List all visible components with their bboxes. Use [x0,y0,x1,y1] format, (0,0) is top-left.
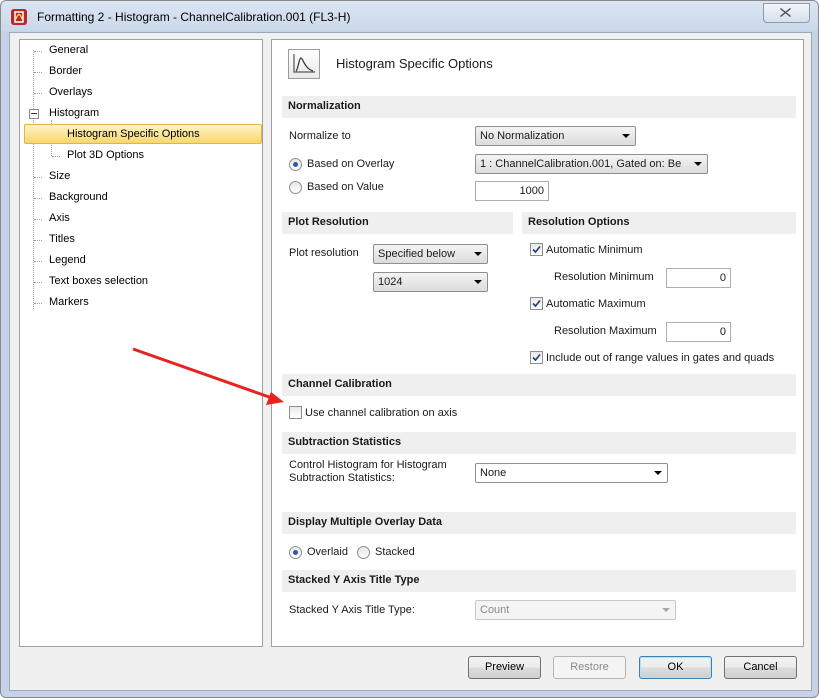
include-out-of-range-checkbox[interactable] [530,351,543,364]
overlay-display-header: Display Multiple Overlay Data [282,512,796,534]
based-on-value-label[interactable]: Based on Value [307,181,384,193]
stacked-radio[interactable] [357,546,370,559]
checkmark-icon [532,245,541,254]
tree-item-border[interactable]: Border [49,65,82,77]
resolution-minimum-label: Resolution Minimum [554,271,654,283]
restore-button[interactable]: Restore [553,656,626,679]
stacked-title-value: Count [480,604,510,616]
automatic-minimum-checkbox[interactable] [530,243,543,256]
overlay-dropdown[interactable]: 1 : ChannelCalibration.001, Gated on: Be [475,154,708,174]
include-out-of-range-label[interactable]: Include out of range values in gates and… [546,352,774,364]
category-tree: General Border Overlays Histogram Histog… [19,39,263,647]
normalization-header: Normalization [282,96,796,118]
resolution-maximum-label: Resolution Maximum [554,325,657,337]
tree-line [34,177,42,178]
normalization-value-input[interactable]: 1000 [475,181,549,201]
based-on-value-radio[interactable] [289,181,302,194]
histogram-icon [288,49,320,79]
chevron-down-icon [474,280,482,284]
resolution-options-header: Resolution Options [522,212,796,234]
chevron-down-icon [662,608,670,612]
plot-resolution-mode-dropdown[interactable]: Specified below [373,244,488,264]
tree-item-text-boxes-selection[interactable]: Text boxes selection [49,275,148,287]
title-bar[interactable]: Formatting 2 - Histogram - ChannelCalibr… [1,1,818,33]
normalize-to-value: No Normalization [480,130,565,142]
app-icon [11,9,27,25]
overlaid-label[interactable]: Overlaid [307,546,348,558]
tree-item-size[interactable]: Size [49,170,70,182]
tree-line [34,240,42,241]
based-on-overlay-label[interactable]: Based on Overlay [307,158,394,170]
stacked-title-dropdown[interactable]: Count [475,600,676,620]
tree-line [33,50,34,309]
checkmark-icon [532,299,541,308]
tree-line [34,219,42,220]
automatic-maximum-label[interactable]: Automatic Maximum [546,298,646,310]
channel-calibration-header: Channel Calibration [282,374,796,396]
plot-resolution-mode-value: Specified below [378,248,456,260]
resolution-maximum-input[interactable]: 0 [666,322,731,342]
tree-line [34,303,42,304]
normalize-to-dropdown[interactable]: No Normalization [475,126,636,146]
subtraction-label-line1: Control Histogram for Histogram [289,459,447,471]
tree-line [34,93,42,94]
dialog-window: Formatting 2 - Histogram - ChannelCalibr… [0,0,819,698]
tree-item-titles[interactable]: Titles [49,233,75,245]
tree-line [34,72,42,73]
window-title: Formatting 2 - Histogram - ChannelCalibr… [37,10,351,24]
tree-line [34,282,42,283]
overlay-value: 1 : ChannelCalibration.001, Gated on: Be [480,158,682,170]
close-icon [780,8,791,17]
plot-resolution-value-dropdown[interactable]: 1024 [373,272,488,292]
stacked-title-label: Stacked Y Axis Title Type: [289,604,415,616]
tree-item-markers[interactable]: Markers [49,296,89,308]
tree-item-histogram[interactable]: Histogram [49,107,99,119]
chevron-down-icon [694,162,702,166]
cancel-button[interactable]: Cancel [724,656,797,679]
panel-title: Histogram Specific Options [336,56,493,71]
tree-item-legend[interactable]: Legend [49,254,86,266]
stacked-title-header: Stacked Y Axis Title Type [282,570,796,592]
tree-line [34,198,42,199]
tree-item-histogram-specific-options[interactable]: Histogram Specific Options [67,128,200,140]
collapse-icon[interactable] [29,109,39,119]
tree-line [34,51,42,52]
control-histogram-dropdown[interactable]: None [475,463,668,483]
subtraction-statistics-header: Subtraction Statistics [282,432,796,454]
close-button[interactable] [763,3,810,23]
tree-item-plot-3d-options[interactable]: Plot 3D Options [67,149,144,161]
control-histogram-value: None [480,467,507,479]
chevron-down-icon [622,134,630,138]
tree-item-general[interactable]: General [49,44,88,56]
resolution-minimum-input[interactable]: 0 [666,268,731,288]
overlaid-radio[interactable] [289,546,302,559]
options-panel: Histogram Specific Options Normalization… [271,39,804,647]
checkmark-icon [532,353,541,362]
automatic-maximum-checkbox[interactable] [530,297,543,310]
tree-line [34,261,42,262]
tree-item-background[interactable]: Background [49,191,108,203]
ok-button[interactable]: OK [639,656,712,679]
chevron-down-icon [654,471,662,475]
plot-resolution-label: Plot resolution [289,247,359,259]
use-channel-calibration-checkbox[interactable] [289,406,302,419]
tree-line [52,156,60,157]
preview-button[interactable]: Preview [468,656,541,679]
subtraction-label-line2: Subtraction Statistics: [289,472,395,484]
chevron-down-icon [474,252,482,256]
use-channel-calibration-label[interactable]: Use channel calibration on axis [305,407,457,419]
stacked-label[interactable]: Stacked [375,546,415,558]
based-on-overlay-radio[interactable] [289,158,302,171]
automatic-minimum-label[interactable]: Automatic Minimum [546,244,643,256]
plot-resolution-value: 1024 [378,276,403,288]
dialog-client: General Border Overlays Histogram Histog… [9,32,812,691]
tree-item-overlays[interactable]: Overlays [49,86,92,98]
tree-item-axis[interactable]: Axis [49,212,70,224]
normalize-to-label: Normalize to [289,130,351,142]
plot-resolution-header: Plot Resolution [282,212,513,234]
